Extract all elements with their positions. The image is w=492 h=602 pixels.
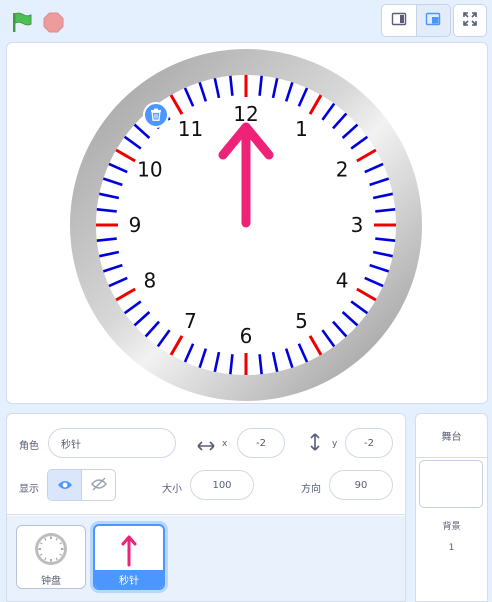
sprite-pane: 角色 秒针 x -2 y -2 显示 大小 100 方向 90 钟盘 秒针: [6, 413, 406, 602]
y-label: y: [332, 439, 338, 449]
hour-number: 3: [351, 213, 364, 237]
sprite-name-input[interactable]: 秒针: [48, 428, 176, 458]
hour-number: 10: [137, 158, 162, 182]
direction-input[interactable]: 90: [329, 470, 393, 500]
hour-number: 4: [336, 269, 349, 293]
sprite-tile-label: 钟盘: [41, 575, 61, 587]
hour-number: 2: [336, 158, 349, 182]
sprite-tile-second-hand[interactable]: 秒针: [93, 524, 165, 590]
hide-button[interactable]: [82, 470, 115, 500]
size-input[interactable]: 100: [190, 470, 254, 500]
y-position-icon: [309, 433, 321, 455]
fullscreen-icon: [462, 11, 478, 31]
normal-stage-icon: [425, 11, 441, 31]
sprite-list: 钟盘 秒针: [7, 516, 405, 601]
y-input[interactable]: -2: [345, 428, 393, 458]
sprite-tile-clock-face[interactable]: 钟盘: [16, 525, 86, 589]
sprite-info-panel: 角色 秒针 x -2 y -2 显示 大小 100 方向 90: [7, 414, 405, 515]
hour-number: 12: [233, 102, 258, 126]
stage-canvas[interactable]: 12 1 2 3 4 5 6 7 8 9 10 11: [6, 42, 488, 404]
hour-number: 7: [184, 309, 197, 333]
stage-selector: 舞台 背景 1: [415, 413, 488, 602]
small-stage-button[interactable]: [382, 5, 416, 36]
hour-number: 6: [240, 324, 253, 348]
show-label: 显示: [19, 484, 39, 495]
arrow-thumbnail: [95, 526, 163, 574]
stop-icon[interactable]: [43, 12, 64, 33]
stage-thumbnail[interactable]: [419, 460, 483, 508]
backdrop-label: 背景: [442, 522, 461, 532]
hour-number: 9: [129, 213, 142, 237]
size-label: 大小: [162, 484, 182, 495]
show-button[interactable]: [48, 470, 82, 500]
hour-number: 1: [295, 117, 308, 141]
hour-number: 8: [144, 269, 157, 293]
delete-sprite-button[interactable]: [143, 102, 169, 128]
sprite-tile-label-selected: 秒针: [95, 570, 163, 588]
eye-slash-icon: [90, 476, 107, 495]
normal-stage-button[interactable]: [415, 5, 450, 36]
sprite-name-label: 角色: [19, 441, 39, 452]
direction-label: 方向: [301, 484, 321, 495]
green-flag-icon[interactable]: [11, 11, 33, 33]
x-input[interactable]: -2: [237, 428, 285, 458]
fullscreen-button[interactable]: [453, 4, 487, 37]
stage-selector-title: 舞台: [416, 414, 487, 458]
visibility-toggle: [47, 469, 116, 501]
stage-size-toggle: [381, 4, 451, 37]
trash-icon: [150, 106, 162, 125]
small-stage-icon: [391, 11, 407, 31]
eye-icon: [57, 476, 73, 495]
clock-thumbnail: [17, 526, 85, 572]
x-position-icon: [197, 437, 215, 456]
hour-number: 11: [178, 117, 203, 141]
backdrop-count: 1: [448, 543, 455, 553]
hour-number: 5: [295, 309, 308, 333]
x-label: x: [222, 439, 228, 449]
